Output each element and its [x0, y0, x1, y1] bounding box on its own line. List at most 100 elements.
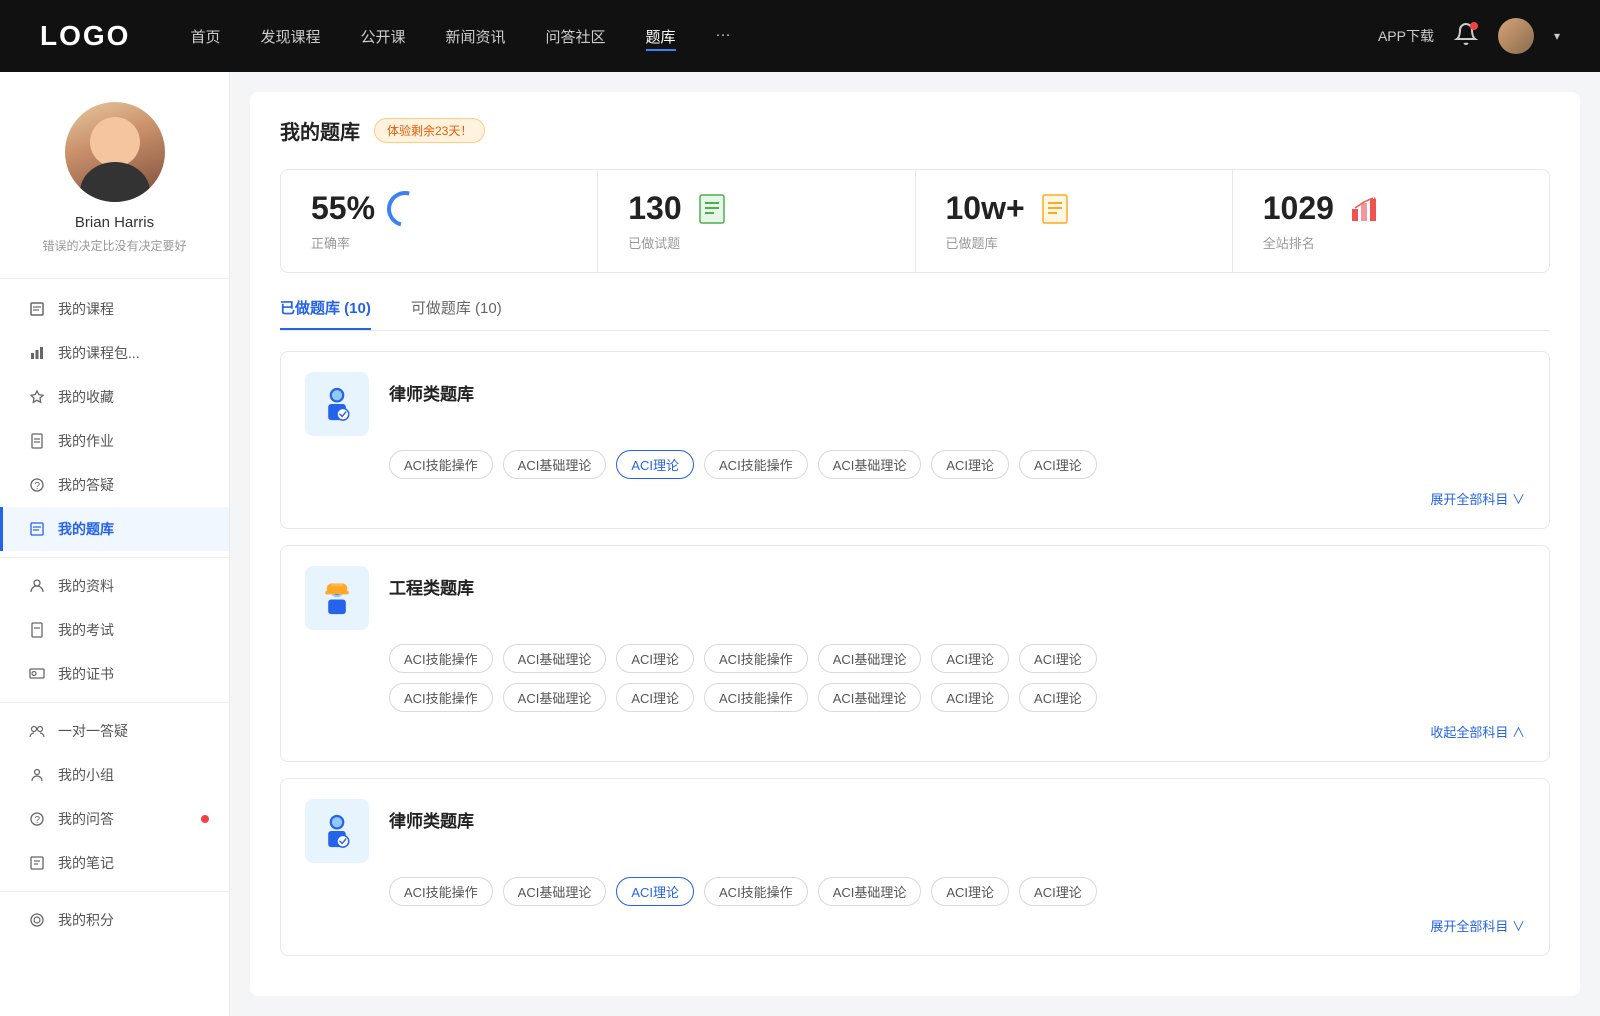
sidebar-label-my-notes: 我的笔记 [58, 853, 114, 873]
qa-icon: ? [28, 476, 46, 494]
tag-lawyer1-4[interactable]: ACI基础理论 [818, 450, 922, 479]
tag-eng1-5[interactable]: ACI理论 [931, 644, 1009, 673]
sidebar-item-my-answers[interactable]: ? 我的问答 [0, 797, 229, 841]
sidebar-item-my-exams[interactable]: 我的考试 [0, 608, 229, 652]
sidebar: Brian Harris 错误的决定比没有决定要好 我的课程 我的课程包... [0, 72, 230, 1016]
nav-home[interactable]: 首页 [190, 26, 220, 47]
qbank-card-header-engineer-1: 工程类题库 [305, 566, 1525, 630]
homework-icon [28, 432, 46, 450]
tag-lawyer2-2[interactable]: ACI理论 [616, 877, 694, 906]
questions-icon [28, 520, 46, 538]
tag-eng1-6[interactable]: ACI理论 [1019, 644, 1097, 673]
sidebar-label-my-profile: 我的资料 [58, 576, 114, 596]
stat-rank-value: 1029 [1263, 190, 1334, 227]
tag-lawyer1-1[interactable]: ACI基础理论 [503, 450, 607, 479]
page-title: 我的题库 [280, 116, 360, 145]
tag-lawyer1-6[interactable]: ACI理论 [1019, 450, 1097, 479]
tag-eng1-2[interactable]: ACI理论 [616, 644, 694, 673]
sidebar-label-my-favorites: 我的收藏 [58, 387, 114, 407]
tag-eng1-0[interactable]: ACI技能操作 [389, 644, 493, 673]
nav-news[interactable]: 新闻资讯 [446, 26, 506, 47]
collapse-engineer-1[interactable]: 收起全部科目 ∧ [305, 722, 1525, 741]
tag-lawyer2-4[interactable]: ACI基础理论 [818, 877, 922, 906]
tab-available-banks[interactable]: 可做题库 (10) [411, 297, 502, 330]
qbank-card-engineer-1: 工程类题库 ACI技能操作 ACI基础理论 ACI理论 ACI技能操作 ACI基… [280, 545, 1550, 762]
tag-eng1-extra-2[interactable]: ACI理论 [616, 683, 694, 712]
tag-lawyer1-0[interactable]: ACI技能操作 [389, 450, 493, 479]
qbank-card-header-lawyer-1: 律师类题库 [305, 372, 1525, 436]
one-on-one-icon [28, 722, 46, 740]
qbank-tags-engineer-row1: ACI技能操作 ACI基础理论 ACI理论 ACI技能操作 ACI基础理论 AC… [389, 644, 1525, 673]
expand-lawyer-1[interactable]: 展开全部科目 ∨ [305, 489, 1525, 508]
stat-banks-label: 已做题库 [946, 233, 1202, 252]
nav-right: APP下载 ▾ [1378, 18, 1560, 54]
tag-lawyer1-2[interactable]: ACI理论 [616, 450, 694, 479]
app-download-button[interactable]: APP下载 [1378, 26, 1434, 46]
tag-lawyer2-6[interactable]: ACI理论 [1019, 877, 1097, 906]
sidebar-divider-3 [0, 891, 229, 892]
tag-eng1-extra-0[interactable]: ACI技能操作 [389, 683, 493, 712]
tag-eng1-3[interactable]: ACI技能操作 [704, 644, 808, 673]
profile-icon [28, 577, 46, 595]
content-inner: 我的题库 体验剩余23天！ 55% 正确率 130 [250, 92, 1580, 996]
user-dropdown-arrow[interactable]: ▾ [1554, 29, 1560, 43]
tag-lawyer2-3[interactable]: ACI技能操作 [704, 877, 808, 906]
lawyer-icon-1 [305, 372, 369, 436]
stat-accuracy-top: 55% [311, 190, 567, 227]
tag-lawyer2-5[interactable]: ACI理论 [931, 877, 1009, 906]
nav-questionbank[interactable]: 题库 [646, 26, 676, 47]
nav-more[interactable]: ··· [716, 26, 731, 47]
tag-eng1-extra-4[interactable]: ACI基础理论 [818, 683, 922, 712]
tag-eng1-4[interactable]: ACI基础理论 [818, 644, 922, 673]
tab-done-banks[interactable]: 已做题库 (10) [280, 297, 371, 330]
accuracy-circle-icon [380, 184, 429, 233]
notification-bell[interactable] [1454, 22, 1478, 51]
stat-accuracy-label: 正确率 [311, 233, 567, 252]
sidebar-item-my-packages[interactable]: 我的课程包... [0, 331, 229, 375]
sidebar-item-my-courses[interactable]: 我的课程 [0, 287, 229, 331]
sidebar-item-my-profile[interactable]: 我的资料 [0, 564, 229, 608]
nav-qa[interactable]: 问答社区 [546, 26, 606, 47]
sidebar-item-my-groups[interactable]: 我的小组 [0, 753, 229, 797]
stat-rank-top: 1029 [1263, 190, 1519, 227]
stat-accuracy-value: 55% [311, 190, 375, 227]
sidebar-label-my-answers: 我的问答 [58, 809, 114, 829]
tag-eng1-extra-1[interactable]: ACI基础理论 [503, 683, 607, 712]
stat-accuracy: 55% 正确率 [281, 170, 598, 272]
expand-lawyer-2[interactable]: 展开全部科目 ∨ [305, 916, 1525, 935]
sidebar-item-my-points[interactable]: 我的积分 [0, 898, 229, 942]
qbank-tags-lawyer-1: ACI技能操作 ACI基础理论 ACI理论 ACI技能操作 ACI基础理论 AC… [389, 450, 1525, 479]
avatar-inner [65, 102, 165, 202]
user-avatar[interactable] [1498, 18, 1534, 54]
nav-opencourse[interactable]: 公开课 [360, 26, 405, 47]
sidebar-item-my-notes[interactable]: 我的笔记 [0, 841, 229, 885]
avatar-image [1498, 18, 1534, 54]
sidebar-item-my-qa[interactable]: ? 我的答疑 [0, 463, 229, 507]
tag-eng1-extra-5[interactable]: ACI理论 [931, 683, 1009, 712]
sidebar-item-my-homework[interactable]: 我的作业 [0, 419, 229, 463]
tag-lawyer1-3[interactable]: ACI技能操作 [704, 450, 808, 479]
tag-lawyer2-0[interactable]: ACI技能操作 [389, 877, 493, 906]
engineer-icon-1 [305, 566, 369, 630]
rank-chart-icon [1346, 191, 1382, 227]
profile-avatar [65, 102, 165, 202]
certs-icon [28, 665, 46, 683]
sidebar-divider-1 [0, 557, 229, 558]
tag-eng1-extra-6[interactable]: ACI理论 [1019, 683, 1097, 712]
main-layout: Brian Harris 错误的决定比没有决定要好 我的课程 我的课程包... [0, 72, 1600, 1016]
tag-lawyer1-5[interactable]: ACI理论 [931, 450, 1009, 479]
stat-questions-done: 130 已做试题 [598, 170, 915, 272]
stat-rank-label: 全站排名 [1263, 233, 1519, 252]
stat-site-rank: 1029 全站排名 [1233, 170, 1549, 272]
sidebar-profile: Brian Harris 错误的决定比没有决定要好 [0, 102, 229, 279]
sidebar-item-one-on-one[interactable]: 一对一答疑 [0, 709, 229, 753]
tag-eng1-extra-3[interactable]: ACI技能操作 [704, 683, 808, 712]
sidebar-item-my-favorites[interactable]: 我的收藏 [0, 375, 229, 419]
nav-discover[interactable]: 发现课程 [260, 26, 320, 47]
tag-eng1-1[interactable]: ACI基础理论 [503, 644, 607, 673]
sidebar-label-my-homework: 我的作业 [58, 431, 114, 451]
stat-questions-label: 已做试题 [628, 233, 884, 252]
sidebar-item-my-certs[interactable]: 我的证书 [0, 652, 229, 696]
sidebar-item-my-questions[interactable]: 我的题库 [0, 507, 229, 551]
tag-lawyer2-1[interactable]: ACI基础理论 [503, 877, 607, 906]
